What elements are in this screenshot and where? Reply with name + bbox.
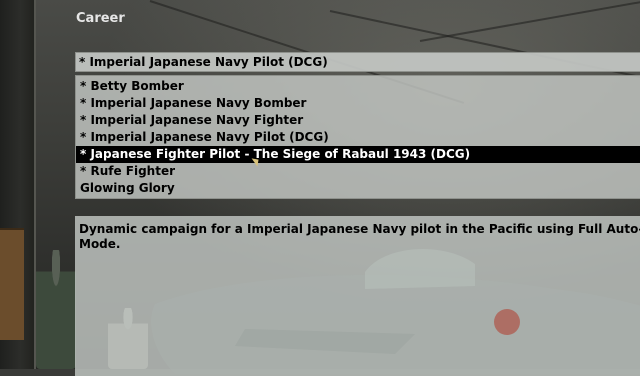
campaign-list-item[interactable]: * Imperial Japanese Navy Pilot (DCG) [76,129,640,146]
campaign-list[interactable]: * Betty Bomber * Imperial Japanese Navy … [75,75,640,199]
campaign-list-item-selected[interactable]: * Japanese Fighter Pilot - The Siege of … [76,146,640,163]
ground-crew-figure [36,250,76,369]
aircraft-illustration [151,249,640,374]
screen-title: Career [76,11,125,26]
campaign-list-item[interactable]: * Rufe Fighter [76,163,640,180]
roundel-icon [494,309,520,335]
campaign-list-item[interactable]: * Imperial Japanese Navy Fighter [76,112,640,129]
hangar-door [0,228,24,340]
campaign-list-item[interactable]: * Imperial Japanese Navy Bomber [76,95,640,112]
campaign-description-text: Dynamic campaign for a Imperial Japanese… [79,222,640,251]
roof-beam [419,0,640,42]
campaign-description-panel: Dynamic campaign for a Imperial Japanese… [75,216,640,376]
campaign-list-item[interactable]: * Betty Bomber [76,78,640,95]
campaign-list-item[interactable]: Glowing Glory [76,180,640,197]
selected-campaign-field[interactable]: * Imperial Japanese Navy Pilot (DCG) [75,52,640,72]
